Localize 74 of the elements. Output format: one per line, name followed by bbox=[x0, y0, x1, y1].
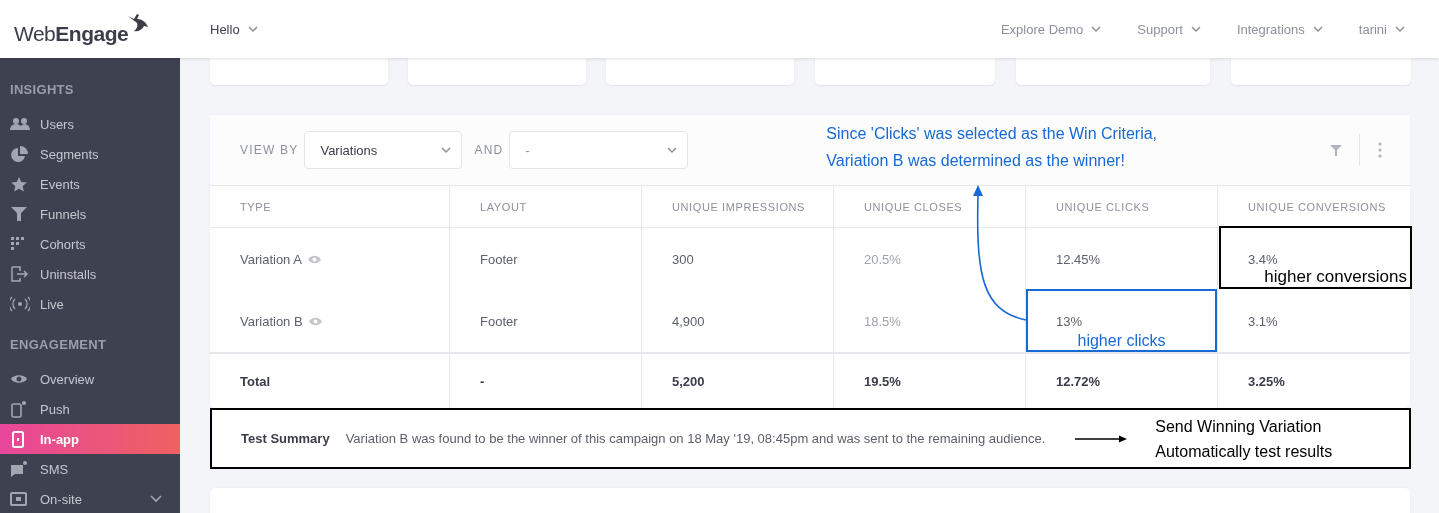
sidebar-item[interactable]: SMS bbox=[0, 454, 180, 484]
section-heading: ENGAGEMENT bbox=[9, 337, 108, 352]
annotation-text: Send Winning Variation Automatically test results bbox=[1155, 416, 1334, 462]
chevron-down-icon bbox=[667, 146, 678, 154]
table-cell: 3.1% bbox=[1248, 313, 1278, 329]
chevron-down-icon bbox=[247, 25, 258, 33]
annotation-label: higher clicks bbox=[1077, 332, 1166, 350]
right-arrow bbox=[1075, 434, 1128, 443]
table-cell: 3.4% bbox=[1248, 251, 1278, 267]
annotation-text: Since 'Clicks' was selected as the Win Criteria, Variation B was determined as the winner! bbox=[826, 124, 1159, 171]
eye-icon bbox=[307, 254, 321, 264]
funnel-icon bbox=[10, 205, 30, 223]
table-cell: Variation B bbox=[240, 313, 303, 329]
summary-text: Variation B was found to be the winner of this campaign on 18 May '19, 08:45pm and was sent to the remaining audience. bbox=[345, 431, 1046, 446]
table-cell: 18.5% bbox=[864, 313, 901, 329]
sidebar-item[interactable]: On-site bbox=[0, 484, 180, 513]
sidebar-item[interactable]: Push bbox=[0, 394, 180, 424]
sidebar-item[interactable]: Funnels bbox=[0, 199, 180, 229]
sidebar-item[interactable]: Segments bbox=[0, 139, 180, 169]
select-field[interactable]: - bbox=[509, 131, 689, 169]
table-cell: 19.5% bbox=[864, 373, 901, 389]
logo-text: WebEngage bbox=[14, 22, 129, 46]
chevron-down-icon bbox=[1312, 25, 1323, 33]
summary-label: Test Summary bbox=[241, 431, 330, 446]
star-icon bbox=[10, 175, 30, 193]
chevron-down-icon bbox=[1091, 25, 1102, 33]
chevron-down-icon bbox=[1190, 25, 1201, 33]
table-cell: 13% bbox=[1056, 313, 1083, 329]
filter-icon bbox=[1330, 144, 1342, 156]
column-header: UNIQUE CONVERSIONS bbox=[1217, 186, 1410, 228]
sidebar-item[interactable]: Live bbox=[0, 289, 180, 319]
more-icon bbox=[1378, 142, 1382, 158]
table-cell: 3.25% bbox=[1248, 373, 1285, 389]
screen-icon bbox=[10, 490, 30, 508]
table-cell: Variation A bbox=[240, 251, 302, 267]
annotation-label: higher conversions bbox=[1264, 267, 1407, 287]
table-cell: Footer bbox=[480, 313, 518, 329]
table-cell: 300 bbox=[672, 251, 694, 267]
nav-menu[interactable]: Support bbox=[1137, 21, 1201, 37]
nav-menu[interactable]: tarini bbox=[1358, 21, 1405, 37]
table-cell: 5,200 bbox=[672, 373, 705, 389]
table-cell: - bbox=[480, 373, 485, 389]
sidebar-item[interactable]: Users bbox=[0, 109, 180, 139]
column-header: LAYOUT bbox=[449, 186, 641, 228]
chevron-down-icon bbox=[1395, 25, 1405, 33]
pie-chart-icon bbox=[10, 145, 30, 163]
sidebar-item[interactable]: Uninstalls bbox=[0, 259, 180, 289]
table-cell: 4,900 bbox=[672, 313, 705, 329]
users-icon bbox=[10, 115, 30, 133]
select-field[interactable]: Variations bbox=[304, 131, 463, 169]
sidebar-item[interactable]: Cohorts bbox=[0, 229, 180, 259]
table-cell: 12.45% bbox=[1056, 251, 1101, 267]
chevron-down-icon bbox=[150, 495, 162, 503]
column-header: TYPE bbox=[210, 186, 449, 228]
sidebar-item[interactable]: Events bbox=[0, 169, 180, 199]
table-cell: 20.5% bbox=[864, 251, 901, 267]
column-header: UNIQUE IMPRESSIONS bbox=[641, 186, 833, 228]
table-cell: Total bbox=[240, 373, 271, 389]
and-label: AND bbox=[474, 143, 504, 157]
column-header: UNIQUE CLICKS bbox=[1025, 186, 1217, 228]
broadcast-icon bbox=[10, 295, 30, 313]
chat-bubble-icon bbox=[10, 460, 30, 478]
section-heading: INSIGHTS bbox=[9, 82, 75, 97]
table-cell: 12.72% bbox=[1056, 373, 1101, 389]
nav-menu[interactable]: Integrations bbox=[1236, 21, 1323, 37]
view-by-label: VIEW BY bbox=[240, 143, 299, 157]
nav-menu[interactable]: Explore Demo bbox=[1000, 21, 1102, 37]
sidebar-item[interactable]: Overview bbox=[0, 364, 180, 394]
sidebar-item[interactable]: In-app bbox=[0, 424, 180, 454]
table-cell: Footer bbox=[480, 251, 518, 267]
eye-icon bbox=[308, 316, 322, 326]
workspace-dropdown[interactable]: Hello bbox=[210, 21, 258, 37]
exit-icon bbox=[10, 265, 30, 283]
chevron-down-icon bbox=[441, 146, 452, 154]
